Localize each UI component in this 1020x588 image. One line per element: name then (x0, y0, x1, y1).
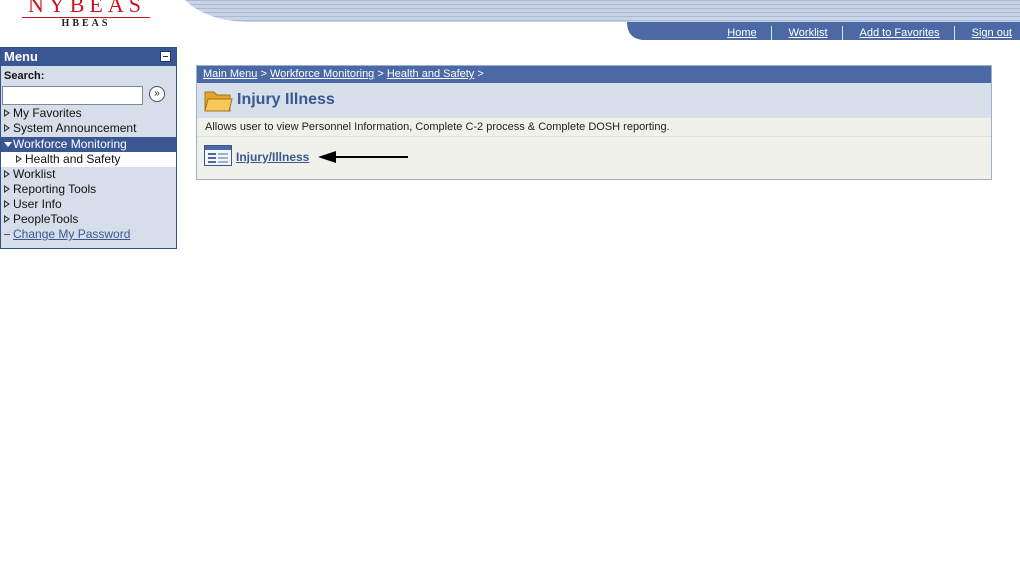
menu-item-change-my-password[interactable]: Change My Password (1, 227, 176, 242)
expand-arrow-icon (4, 200, 10, 208)
minimize-icon[interactable] (160, 51, 171, 62)
menu-item-worklist[interactable]: Worklist (1, 167, 176, 182)
breadcrumb-main-menu[interactable]: Main Menu (203, 68, 257, 80)
breadcrumb: Main Menu > Workforce Monitoring > Healt… (197, 66, 991, 83)
worklist-link[interactable]: Worklist (770, 26, 828, 40)
expand-arrow-icon (4, 109, 10, 117)
menu-list: My Favorites System Announcement Workfor… (1, 106, 176, 242)
menu-item-peopletools[interactable]: PeopleTools (1, 212, 176, 227)
breadcrumb-health-and-safety[interactable]: Health and Safety (387, 68, 474, 80)
content-item: Injury/Illness (197, 137, 991, 177)
menu-item-label: My Favorites (13, 106, 82, 120)
page-description: Allows user to view Personnel Informatio… (197, 118, 991, 137)
menu-item-workforce-monitoring[interactable]: Workforce Monitoring (1, 137, 176, 152)
search-row: » (1, 84, 176, 106)
menu-item-my-favorites[interactable]: My Favorites (1, 106, 176, 121)
breadcrumb-separator: > (474, 68, 484, 80)
top-navigation: Home Worklist Add to Favorites Sign out (710, 26, 1012, 40)
dash-icon (4, 234, 10, 235)
menu-item-label: Change My Password (13, 227, 131, 241)
add-to-favorites-link[interactable]: Add to Favorites (841, 26, 940, 40)
search-label: Search: (4, 70, 45, 82)
injury-illness-link[interactable]: Injury/Illness (236, 150, 309, 164)
menu-item-label: Reporting Tools (13, 182, 97, 196)
menu-item-label: Worklist (13, 167, 56, 181)
expand-arrow-icon (4, 185, 10, 193)
expand-arrow-icon (16, 155, 22, 163)
page-title-bar: Injury Illness (197, 83, 991, 118)
menu-item-reporting-tools[interactable]: Reporting Tools (1, 182, 176, 197)
menu-item-health-and-safety[interactable]: Health and Safety (1, 152, 176, 167)
search-go-icon[interactable]: » (149, 86, 165, 102)
menu-header: Menu (1, 48, 176, 66)
menu-item-label: System Announcement (13, 121, 137, 135)
menu-item-label: Workforce Monitoring (13, 137, 127, 151)
menu-panel: Menu Search: » My Favorites System Annou… (0, 47, 177, 249)
breadcrumb-separator: > (374, 68, 387, 80)
menu-item-label: Health and Safety (25, 152, 121, 166)
menu-item-system-announcement[interactable]: System Announcement (1, 121, 176, 136)
folder-icon (204, 91, 233, 112)
collapse-arrow-icon (4, 142, 12, 147)
page-window-icon (204, 145, 232, 166)
sign-out-link[interactable]: Sign out (953, 26, 1012, 40)
content-panel: Main Menu > Workforce Monitoring > Healt… (196, 65, 992, 180)
expand-arrow-icon (4, 124, 10, 132)
menu-search-input[interactable] (2, 86, 143, 105)
home-link[interactable]: Home (710, 26, 756, 40)
breadcrumb-workforce-monitoring[interactable]: Workforce Monitoring (270, 68, 374, 80)
expand-arrow-icon (4, 215, 10, 223)
expand-arrow-icon (4, 170, 10, 178)
arrow-left-icon (318, 151, 408, 163)
breadcrumb-separator: > (257, 68, 270, 80)
page-title: Injury Illness (237, 91, 335, 108)
menu-item-user-info[interactable]: User Info (1, 197, 176, 212)
menu-title: Menu (4, 49, 38, 64)
menu-item-label: User Info (13, 197, 62, 211)
menu-item-label: PeopleTools (13, 212, 79, 226)
